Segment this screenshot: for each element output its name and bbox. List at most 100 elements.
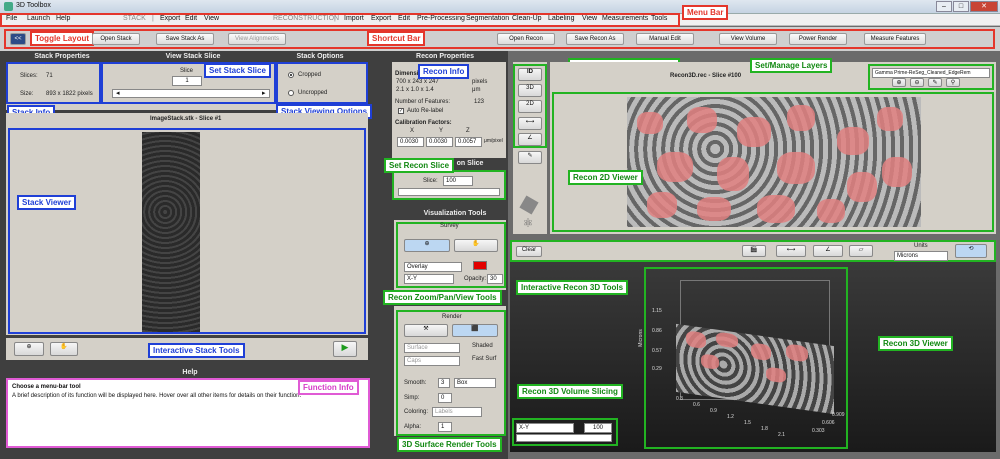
clear-button[interactable]: Clear	[516, 246, 542, 257]
save-recon-as-button[interactable]: Save Recon As	[566, 33, 624, 45]
recon-zoom-icon[interactable]: ⊕	[404, 239, 450, 252]
smooth-input[interactable]: 3	[438, 378, 450, 388]
label-function-info: Function Info	[298, 380, 359, 395]
draw-3d-icon[interactable]: 3D	[518, 84, 542, 97]
z-axis-label: Microns	[637, 329, 644, 347]
label-shortcut-bar: Shortcut Bar	[367, 31, 426, 46]
recon-slice-slider[interactable]	[398, 188, 500, 196]
maximize-icon[interactable]: □	[953, 1, 969, 12]
alpha-input[interactable]: 1	[438, 422, 452, 432]
toggle-layout-button[interactable]: <<	[10, 33, 26, 45]
size-value: 893 x 1822 pixels	[46, 91, 93, 97]
smooth-kind-select[interactable]: Box	[454, 378, 496, 388]
cal-z-input[interactable]: 0.0057	[455, 137, 482, 147]
fast-surf-label: Fast Surf	[472, 356, 497, 362]
window-title: 3D Toolbox	[16, 2, 51, 9]
stack-slice-slider[interactable]	[112, 89, 270, 98]
measure-features-button[interactable]: Measure Features	[864, 33, 926, 45]
power-render-button[interactable]: Power Render	[789, 33, 847, 45]
features-value: 123	[474, 99, 485, 105]
opacity-input[interactable]: 30	[487, 274, 503, 284]
label-vol-slicing: Recon 3D Volume Slicing	[517, 384, 623, 399]
smooth-label: Smooth:	[404, 380, 427, 386]
layer-remove-icon[interactable]: ⊖	[910, 78, 924, 87]
coloring-label: Coloring:	[404, 409, 429, 415]
dim-unit2: μm	[472, 87, 481, 93]
slider-right-arrow-icon[interactable]: ▸	[262, 89, 266, 97]
stack-viewing-options-outline	[276, 62, 368, 104]
stack-slice-input[interactable]: 1	[172, 76, 202, 86]
survey-label: Survey	[440, 223, 459, 229]
atom-icon[interactable]: ⚛	[520, 216, 536, 230]
open-stack-button[interactable]: Open Stack	[92, 33, 140, 45]
recon-pan-icon[interactable]: ✋	[454, 239, 498, 252]
label-set-recon-slice: Set Recon Slice	[384, 158, 455, 173]
label-surface-tools: 3D Surface Render Tools	[397, 437, 502, 452]
size-label: Size:	[20, 91, 34, 97]
eyedropper-icon[interactable]: ✎	[518, 151, 542, 164]
movie-icon[interactable]: 🎬	[742, 245, 766, 257]
cal-x-input[interactable]: 0.0030	[397, 137, 424, 147]
stack-zoom-icon[interactable]: ⊕	[14, 342, 44, 356]
vol-axis-select[interactable]: X-Y	[516, 423, 574, 433]
stack-viewer-title: ImageStack.stk - Slice #1	[150, 116, 222, 122]
manual-edit-button[interactable]: Manual Edit	[636, 33, 694, 45]
save-stack-as-button[interactable]: Save Stack As	[156, 33, 214, 45]
opacity-label: Opacity:	[464, 276, 487, 282]
label-zoom-tools: Recon Zoom/Pan/View Tools	[383, 290, 502, 305]
recon-2d-image[interactable]	[627, 97, 921, 227]
cal-z-label: Z	[466, 128, 470, 134]
slider-left-arrow-icon[interactable]: ◂	[116, 89, 120, 97]
axis-select[interactable]: X-Y	[404, 274, 454, 284]
stack-properties-title: Stack Properties	[34, 53, 90, 60]
recon-properties-title: Recon Properties	[416, 53, 474, 60]
stack-play-icon[interactable]: ▶	[333, 341, 357, 357]
layer-link-icon[interactable]: ⚲	[946, 78, 960, 87]
angle-3d-icon[interactable]: ∠	[813, 245, 843, 257]
auto-relabel-checkbox[interactable]: ✓	[398, 108, 404, 114]
vol-slice-slider[interactable]	[516, 434, 612, 442]
view-alignments-button[interactable]: View Alignments	[228, 33, 286, 45]
view-volume-button[interactable]: View Volume	[719, 33, 777, 45]
x-tick-5: 1.5	[744, 420, 751, 426]
id-tool-button[interactable]: ID	[518, 68, 542, 81]
render-mode-icon[interactable]: ⚒	[404, 324, 448, 337]
recon-slice-input[interactable]: 100	[443, 176, 473, 186]
cropped-radio[interactable]	[288, 72, 294, 78]
overlay-color-swatch[interactable]	[473, 261, 487, 270]
label-set-layers: Set/Manage Layers	[750, 58, 833, 73]
label-recon-2d-viewer: Recon 2D Viewer	[568, 170, 643, 185]
units-select[interactable]: Microns	[894, 251, 948, 261]
open-recon-button[interactable]: Open Recon	[497, 33, 555, 45]
cal-y-input[interactable]: 0.0030	[426, 137, 453, 147]
overlay-select[interactable]: Overlay	[404, 262, 462, 272]
plane-3d-icon[interactable]: ▱	[849, 245, 873, 257]
minimize-icon[interactable]: –	[936, 1, 952, 12]
simp-label: Simp:	[404, 395, 420, 401]
render-cube-icon[interactable]: ⬛	[452, 324, 498, 337]
layer-edit-icon[interactable]: ✎	[928, 78, 942, 87]
draw-2d-icon[interactable]: 2D	[518, 100, 542, 113]
recon-2d-title: Recon3D.rec - Slice #100	[670, 73, 742, 79]
uncropped-label: Uncropped	[298, 90, 328, 96]
caps-select[interactable]: Caps	[404, 356, 460, 366]
layer-add-icon[interactable]: ⊕	[892, 78, 906, 87]
x-tick-3: 0.9	[710, 408, 717, 414]
alpha-label: Alpha:	[404, 424, 422, 430]
measure-2d-icon[interactable]: ⟷	[518, 117, 542, 130]
help-title: Help	[182, 369, 198, 376]
simp-input[interactable]: 0	[438, 393, 452, 403]
uncropped-radio[interactable]	[288, 90, 294, 96]
measure-3d-icon[interactable]: ⟷	[776, 245, 806, 257]
shaded-label: Shaded	[472, 343, 493, 349]
stack-pan-icon[interactable]: ✋	[50, 342, 78, 356]
stack-image[interactable]	[142, 132, 200, 332]
layer-select[interactable]: Gamma Prime-ReSeg_Cleaned_EdgeRem	[872, 68, 990, 78]
angle-2d-icon[interactable]: ∠	[518, 133, 542, 146]
surface-select[interactable]: Surface	[404, 343, 460, 353]
z-tick-3: 0.57	[652, 348, 662, 354]
rotate-3d-icon[interactable]: ⟲	[955, 244, 987, 258]
coloring-select[interactable]: Labels	[432, 407, 482, 417]
close-icon[interactable]: ✕	[970, 1, 998, 12]
vol-slice-input[interactable]: 100	[584, 423, 612, 433]
